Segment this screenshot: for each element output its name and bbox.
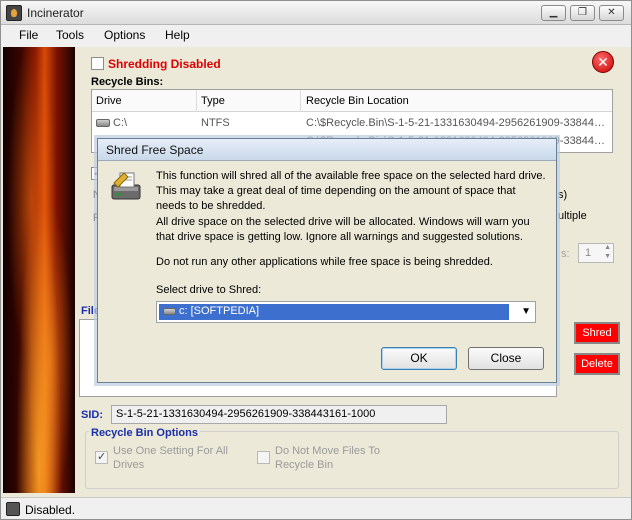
spin-down-icon[interactable]: ▼ [604, 253, 611, 260]
minimize-icon[interactable]: ▁ [541, 5, 566, 21]
column-header-type[interactable]: Type [201, 95, 225, 107]
chevron-down-icon[interactable]: ▼ [521, 306, 531, 317]
shredding-checkbox[interactable] [91, 57, 104, 70]
passes-spinner[interactable]: 1 ▲ ▼ [578, 243, 614, 263]
window-title: Incinerator [27, 6, 84, 20]
spinner-value: 1 [585, 247, 592, 259]
status-bar: Disabled. [1, 497, 631, 519]
selected-drive-text: c: [SOFTPEDIA] [179, 305, 260, 317]
spin-up-icon[interactable]: ▲ [604, 244, 611, 251]
shred-button[interactable]: Shred [574, 322, 620, 344]
status-text: Disabled. [25, 503, 76, 517]
ok-button[interactable]: OK [381, 347, 457, 370]
dialog-title[interactable]: Shred Free Space [98, 139, 556, 161]
recycle-bin-options-label: Recycle Bin Options [89, 427, 200, 439]
close-button[interactable]: Close [468, 347, 544, 370]
main-window: Incinerator ▁ ❐ ✕ File Tools Options Hel… [0, 0, 632, 520]
drive-select[interactable]: c: [SOFTPEDIA] ▼ [156, 301, 536, 323]
location-cell: C:\$Recycle.Bin\S-1-5-21-1331630494-2956… [306, 117, 611, 129]
recycle-bins-label: Recycle Bins: [91, 76, 164, 88]
do-not-move-checkbox[interactable] [257, 451, 270, 464]
shredder-icon [110, 171, 144, 203]
partial-label-multiple: ultiple [558, 210, 587, 222]
menu-help[interactable]: Help [165, 28, 190, 42]
delete-button[interactable]: Delete [574, 353, 620, 375]
flame-banner-image [3, 47, 75, 493]
select-drive-label: Select drive to Shred: [156, 284, 262, 296]
use-one-setting-label: Use One Setting For All Drives [113, 445, 228, 471]
partial-label-s2: s: [561, 248, 570, 260]
hard-drive-icon [96, 119, 110, 128]
sid-field[interactable]: S-1-5-21-1331630494-2956261909-338443161… [111, 405, 447, 424]
menu-bar: File Tools Options Help [1, 25, 631, 47]
title-bar[interactable]: Incinerator ▁ ❐ ✕ [1, 1, 631, 25]
menu-tools[interactable]: Tools [56, 28, 84, 42]
do-not-move-label: Do Not Move Files To Recycle Bin [275, 445, 380, 471]
stop-icon[interactable]: ✕ [592, 51, 614, 73]
partial-label-s: s) [558, 189, 568, 201]
use-one-setting-checkbox[interactable] [95, 450, 108, 464]
sid-label: SID: [81, 409, 103, 421]
column-divider[interactable] [300, 90, 301, 112]
dialog-paragraph-1: This function will shred all of the avai… [156, 170, 546, 212]
dialog-paragraph-2: All drive space on the selected drive wi… [156, 216, 530, 243]
column-divider[interactable] [196, 90, 197, 112]
close-icon[interactable]: ✕ [599, 5, 624, 21]
menu-options[interactable]: Options [104, 28, 145, 42]
column-header-drive[interactable]: Drive [96, 95, 122, 107]
status-icon [6, 502, 20, 516]
column-header-location[interactable]: Recycle Bin Location [306, 95, 409, 107]
shred-free-space-dialog: Shred Free Space This function will shre… [97, 138, 557, 383]
drive-cell-text: C:\ [113, 117, 128, 129]
dialog-paragraph-3: Do not run any other applications while … [156, 256, 493, 268]
restore-icon[interactable]: ❐ [570, 5, 595, 21]
menu-file[interactable]: File [19, 28, 38, 42]
app-icon [6, 5, 22, 21]
hard-drive-icon [163, 307, 176, 315]
type-cell: NTFS [201, 117, 230, 129]
drive-select-value: c: [SOFTPEDIA] [159, 304, 509, 320]
list-header: Drive Type Recycle Bin Location [92, 90, 612, 112]
shredding-status-label: Shredding Disabled [108, 57, 221, 71]
drive-cell: C:\ [96, 117, 127, 129]
